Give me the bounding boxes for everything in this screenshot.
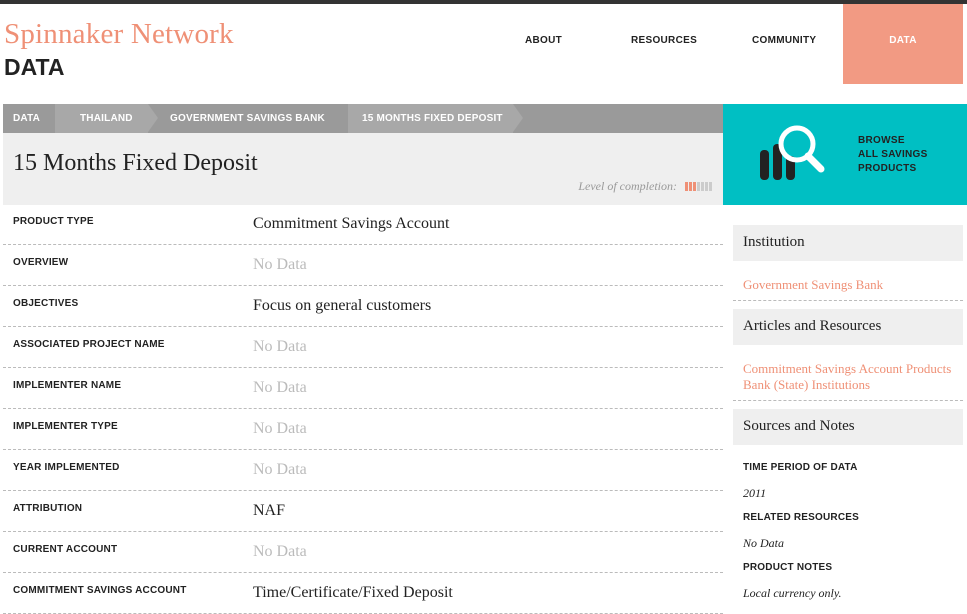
institution-heading: Institution: [733, 225, 963, 261]
breadcrumb: DATA THAILAND GOVERNMENT SAVINGS BANK 15…: [3, 104, 723, 133]
detail-value: Focus on general customers: [253, 297, 432, 314]
completion-indicator: Level of completion:: [578, 179, 713, 195]
detail-label: IMPLEMENTER TYPE: [13, 421, 118, 432]
detail-label: ATTRIBUTION: [13, 503, 83, 514]
detail-value: Time/Certificate/Fixed Deposit: [253, 584, 453, 601]
detail-value: No Data: [253, 543, 307, 560]
breadcrumb-government-savings-bank[interactable]: GOVERNMENT SAVINGS BANK: [170, 104, 325, 133]
related-resources-value: No Data: [743, 536, 785, 550]
nav-community[interactable]: COMMUNITY: [752, 35, 816, 46]
page-title: 15 Months Fixed Deposit: [13, 150, 258, 176]
detail-label: ASSOCIATED PROJECT NAME: [13, 339, 165, 350]
articles-heading: Articles and Resources: [733, 309, 963, 345]
breadcrumb-data[interactable]: DATA: [13, 104, 40, 133]
nav-data-label: DATA: [889, 35, 917, 46]
completion-bars: [685, 180, 713, 195]
detail-label: OBJECTIVES: [13, 298, 79, 309]
browse-label: BROWSE ALL SAVINGS PRODUCTS: [858, 135, 928, 174]
detail-row: OVERVIEW No Data: [3, 245, 723, 286]
nav-resources[interactable]: RESOURCES: [631, 35, 697, 46]
detail-row: CURRENT ACCOUNT No Data: [3, 532, 723, 573]
detail-row: COMMITMENT SAVINGS ACCOUNT Time/Certifica…: [3, 573, 723, 614]
detail-value: No Data: [253, 338, 307, 355]
nav-data[interactable]: DATA: [843, 4, 963, 84]
detail-label: CURRENT ACCOUNT: [13, 544, 118, 555]
detail-row: PRODUCT TYPE Commitment Savings Account: [3, 204, 723, 245]
site-logo[interactable]: Spinnaker Network: [4, 18, 234, 51]
product-details: PRODUCT TYPE Commitment Savings Account OV…: [3, 204, 723, 614]
completion-bar: [685, 181, 688, 191]
detail-row: ATTRIBUTION NAF: [3, 491, 723, 532]
title-box: 15 Months Fixed Deposit Level of complet…: [3, 133, 723, 205]
breadcrumb-current: 15 MONTHS FIXED DEPOSIT: [362, 113, 503, 124]
detail-value: No Data: [253, 379, 307, 396]
detail-value: No Data: [253, 420, 307, 437]
detail-label: IMPLEMENTER NAME: [13, 380, 122, 391]
completion-bar: [709, 181, 712, 191]
detail-label: COMMITMENT SAVINGS ACCOUNT: [13, 585, 187, 596]
time-period-label: TIME PERIOD OF DATA: [743, 462, 858, 473]
detail-label: OVERVIEW: [13, 257, 69, 268]
search-savings-icon: [760, 125, 825, 180]
time-period-value: 2011: [743, 486, 767, 500]
detail-label: YEAR IMPLEMENTED: [13, 462, 120, 473]
detail-value: Commitment Savings Account: [253, 215, 450, 232]
related-resources-label: RELATED RESOURCES: [743, 512, 860, 523]
institution-link[interactable]: Government Savings Bank: [743, 277, 883, 293]
completion-bar: [689, 181, 692, 191]
completion-label: Level of completion:: [578, 179, 677, 193]
detail-row: OBJECTIVES Focus on general customers: [3, 286, 723, 327]
articles-link-bank-state[interactable]: Bank (State) Institutions: [743, 377, 870, 393]
site-section-title: DATA: [4, 54, 65, 80]
completion-bar: [693, 181, 696, 191]
detail-row: IMPLEMENTER TYPE No Data: [3, 409, 723, 450]
nav-about[interactable]: ABOUT: [525, 35, 562, 46]
detail-value: No Data: [253, 256, 307, 273]
sources-heading: Sources and Notes: [733, 409, 963, 445]
detail-value: No Data: [253, 461, 307, 478]
browse-savings-products[interactable]: BROWSE ALL SAVINGS PRODUCTS: [723, 104, 967, 205]
top-border: [0, 0, 967, 4]
detail-row: IMPLEMENTER NAME No Data: [3, 368, 723, 409]
product-notes-value: Local currency only.: [743, 586, 842, 600]
breadcrumb-thailand[interactable]: THAILAND: [80, 104, 133, 133]
detail-label: PRODUCT TYPE: [13, 216, 94, 227]
detail-value: NAF: [253, 502, 286, 519]
completion-bar: [705, 181, 708, 191]
completion-bar: [701, 181, 704, 191]
product-notes-label: PRODUCT NOTES: [743, 562, 833, 573]
completion-bar: [697, 181, 700, 191]
detail-row: ASSOCIATED PROJECT NAME No Data: [3, 327, 723, 368]
articles-link-commitment[interactable]: Commitment Savings Account Products: [743, 361, 951, 377]
detail-row: YEAR IMPLEMENTED No Data: [3, 450, 723, 491]
